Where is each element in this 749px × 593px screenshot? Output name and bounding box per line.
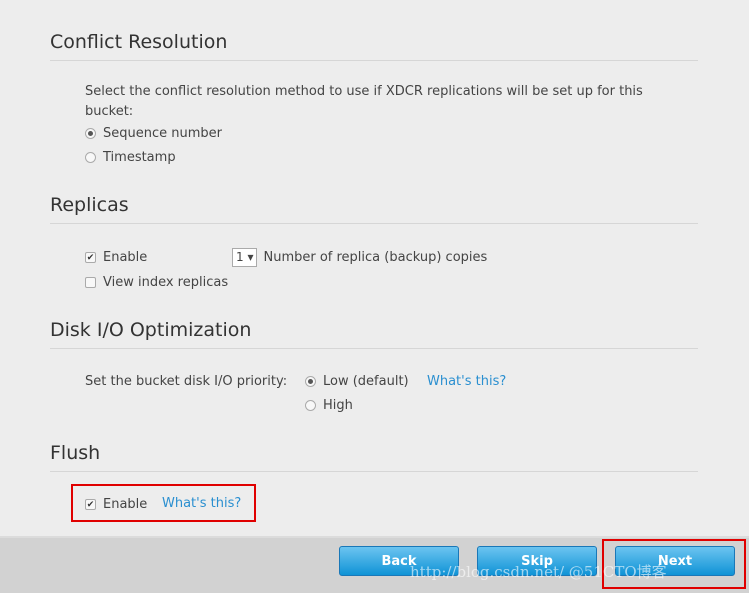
checkbox-label: View index replicas: [103, 275, 229, 290]
option-label: Sequence number: [103, 126, 222, 141]
checkmark-icon: ✔: [85, 252, 96, 263]
replica-count-label: Number of replica (backup) copies: [263, 250, 488, 265]
conflict-resolution-title: Conflict Resolution: [50, 31, 228, 53]
divider: [50, 471, 698, 472]
view-index-replicas-checkbox[interactable]: View index replicas: [85, 275, 228, 290]
watermark: http://blog.csdn.net/ @51CTO博客: [410, 563, 667, 581]
divider: [50, 223, 698, 224]
radio-icon: [85, 152, 96, 163]
disk-io-title: Disk I/O Optimization: [50, 319, 252, 341]
option-label: Timestamp: [103, 150, 176, 165]
highlight-box: [71, 484, 256, 522]
radio-high[interactable]: High: [305, 398, 353, 413]
checkbox-label: Enable: [103, 250, 148, 265]
replica-count-select[interactable]: 1 ▾: [232, 248, 258, 267]
replicas-title: Replicas: [50, 194, 129, 216]
flush-title: Flush: [50, 442, 101, 464]
radio-selected-icon: [305, 376, 316, 387]
conflict-description: Select the conflict resolution method to…: [85, 84, 643, 119]
option-label: Low (default): [323, 374, 409, 389]
disk-io-help-link[interactable]: What's this?: [427, 374, 506, 389]
checkbox-icon: [85, 277, 96, 288]
replicas-enable-checkbox[interactable]: ✔ Enable: [85, 250, 147, 265]
option-label: High: [323, 398, 353, 413]
radio-selected-icon: [85, 128, 96, 139]
radio-icon: [305, 400, 316, 411]
divider: [50, 348, 698, 349]
disk-io-label: Set the bucket disk I/O priority:: [85, 374, 288, 389]
divider: [50, 60, 698, 61]
radio-sequence-number[interactable]: Sequence number: [85, 126, 222, 141]
radio-low[interactable]: Low (default): [305, 374, 409, 389]
replica-count-row: 1 ▾ Number of replica (backup) copies: [232, 248, 487, 267]
radio-timestamp[interactable]: Timestamp: [85, 150, 176, 165]
